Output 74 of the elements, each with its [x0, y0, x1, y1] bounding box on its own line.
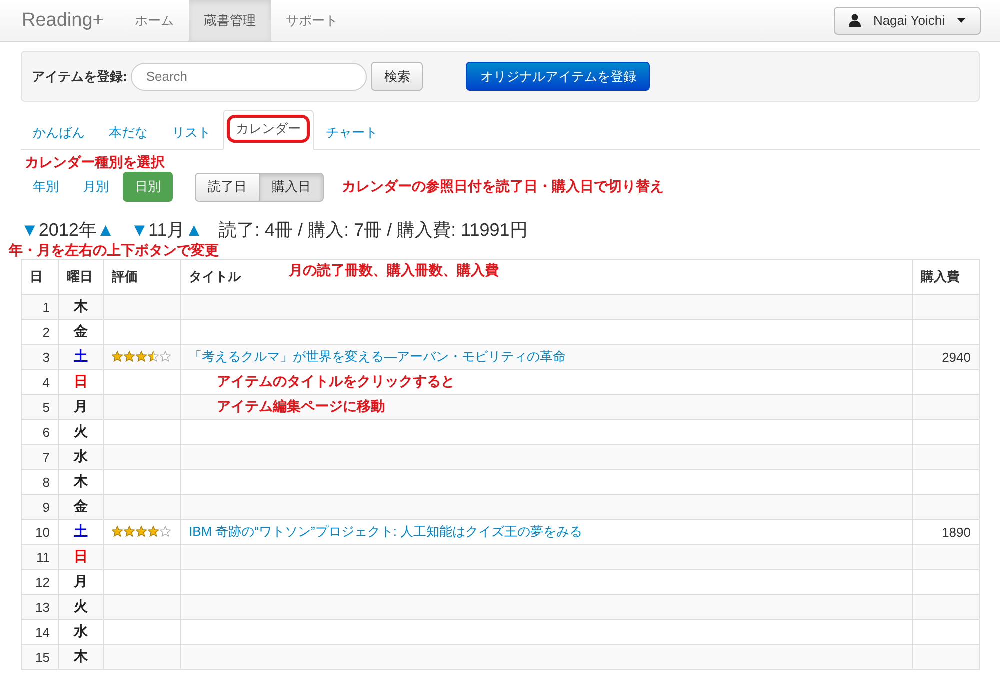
weekday-text: 水 [74, 448, 88, 464]
column-header: 日 [30, 269, 43, 284]
weekday-text: 水 [74, 623, 88, 639]
weekday-text: 土 [74, 348, 88, 364]
star-icon [160, 526, 171, 536]
weekday-text: 火 [74, 598, 88, 614]
view-tab[interactable]: カレンダー [223, 110, 314, 150]
month-text: 11月 [148, 219, 186, 242]
view-tab[interactable]: リスト [160, 116, 223, 150]
year-down-button[interactable]: ▼ [21, 220, 39, 241]
star-icon [148, 526, 159, 536]
star-icon [136, 350, 147, 362]
day-cell: 3 [22, 344, 58, 370]
annotation-text: アイテム編集ページに移動 [217, 398, 385, 414]
nav-item[interactable]: 蔵書管理 [188, 0, 271, 41]
nav-item[interactable]: ホーム [120, 0, 189, 41]
star-icon [124, 350, 135, 362]
annotation-text: カレンダーの参照日付を読了日・購入日で切り替え [342, 178, 664, 196]
star-icon [124, 526, 135, 536]
view-tab[interactable]: チャート [314, 116, 390, 150]
calendar-type-pill[interactable]: 年別 [21, 172, 71, 202]
day-cell: 7 [22, 444, 58, 470]
annotation-text: カレンダー種別を選択 [25, 154, 166, 172]
annotation-text: アイテムのタイトルをクリックすると [217, 373, 455, 389]
weekday-text: 土 [74, 523, 88, 539]
search-field[interactable]: Search [131, 62, 368, 90]
nav-item[interactable]: サポート [270, 0, 353, 41]
annotation-text: 年・月を左右の上下ボタンで変更 [9, 242, 220, 259]
cost-text: 2940 [942, 350, 971, 364]
weekday-text: 火 [74, 423, 88, 439]
star-icon [112, 526, 123, 536]
column-header: 評価 [112, 269, 138, 284]
calendar-type-pill[interactable]: 日別 [123, 172, 173, 202]
view-tab[interactable]: 本だな [97, 116, 160, 150]
user-menu-button[interactable]: Nagai Yoichi [834, 6, 981, 34]
day-cell: 13 [22, 594, 58, 620]
star-icon [112, 350, 123, 362]
brand-logo[interactable]: Reading+ [22, 10, 104, 32]
weekday-text: 日 [74, 373, 88, 389]
calendar-type-pill[interactable]: 月別 [71, 172, 121, 202]
weekday-text: 日 [74, 548, 88, 564]
user-icon [849, 14, 862, 27]
day-cell: 5 [22, 394, 58, 420]
column-header: タイトル [189, 269, 241, 284]
cost-text: 1890 [942, 524, 971, 540]
column-header: 曜日 [67, 269, 93, 284]
day-cell: 15 [22, 644, 58, 670]
caret-icon [957, 18, 966, 23]
date-basis-button[interactable]: 購入日 [260, 172, 324, 202]
weekday-text: 金 [74, 323, 88, 339]
weekday-text: 月 [74, 398, 88, 414]
weekday-text: 木 [74, 298, 88, 314]
star-icon [148, 350, 159, 362]
day-cell: 9 [22, 494, 58, 520]
star-icon [136, 526, 147, 536]
star-icon [160, 350, 171, 362]
column-header: 購入費 [921, 269, 960, 284]
day-cell: 11 [22, 544, 58, 570]
register-label: アイテムを登録: [32, 68, 128, 86]
month-summary: 読了: 4冊 / 購入: 7冊 / 購入費: 11991円 [219, 219, 528, 242]
weekday-text: 金 [74, 498, 88, 514]
register-original-button[interactable]: オリジナルアイテムを登録 [466, 62, 650, 91]
weekday-text: 木 [74, 648, 88, 664]
annotation-text: 月の読了冊数、購入冊数、購入費 [289, 262, 499, 278]
year-up-button[interactable]: ▲ [96, 220, 115, 241]
month-down-button[interactable]: ▼ [130, 220, 149, 241]
date-basis-button[interactable]: 読了日 [195, 172, 260, 202]
weekday-text: 木 [74, 473, 88, 489]
month-up-button[interactable]: ▲ [185, 220, 204, 241]
search-button[interactable]: 検索 [371, 62, 424, 91]
view-tab[interactable]: かんばん [21, 116, 97, 150]
year-text: 2012年 [38, 219, 97, 242]
weekday-text: 月 [74, 573, 88, 589]
day-cell: 1 [22, 294, 58, 320]
